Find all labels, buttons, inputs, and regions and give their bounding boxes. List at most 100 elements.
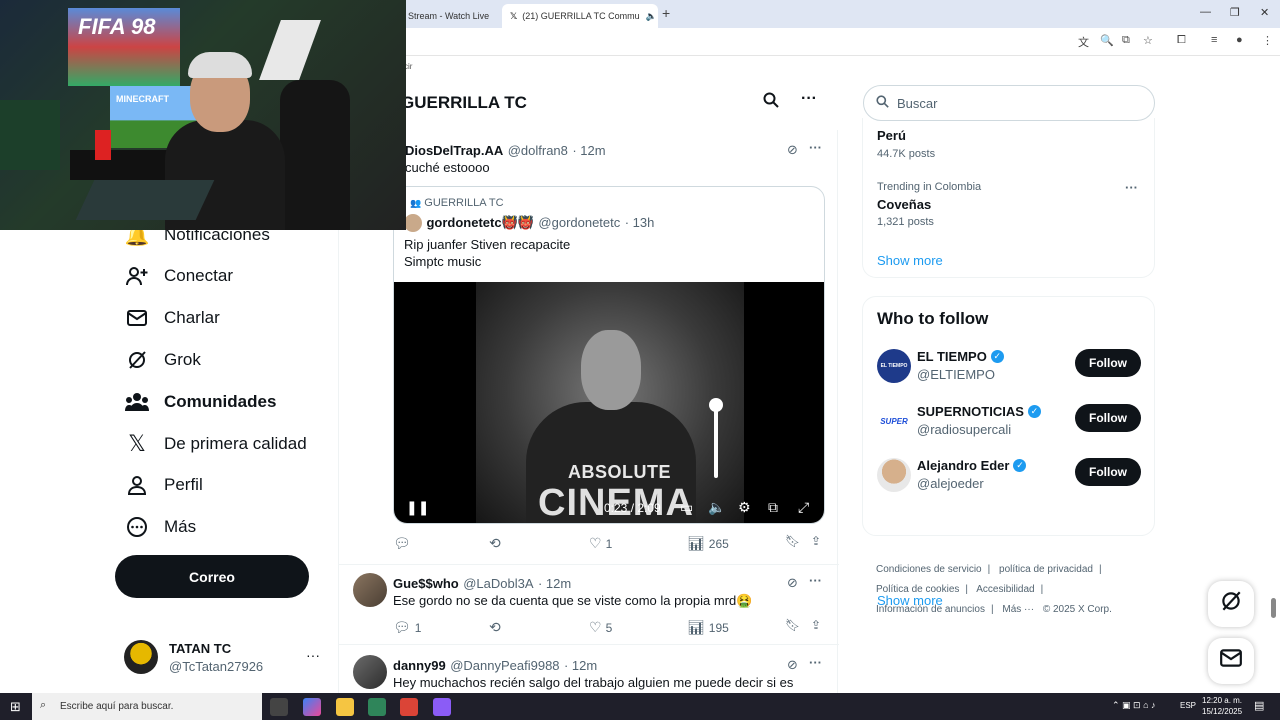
notifications-icon[interactable]: ▤ (1254, 699, 1264, 712)
picture-in-picture-icon[interactable]: ⧉ (768, 499, 778, 516)
avatar[interactable] (353, 573, 387, 607)
chrome-icon[interactable] (400, 698, 418, 716)
footer-link[interactable]: Accesibilidad (976, 584, 1034, 595)
more-icon[interactable]: ··· (1125, 180, 1138, 195)
captions-icon[interactable]: ▭ (680, 499, 693, 516)
fullscreen-icon[interactable]: ⤢ (798, 499, 809, 516)
footer-link[interactable]: Condiciones de servicio (876, 564, 982, 575)
post[interactable]: danny99 @DannyPeafi9988 · 12m ⊘ ··· Hey … (339, 644, 839, 693)
footer-link[interactable]: política de privacidad (999, 564, 1093, 575)
nav-mas[interactable]: Más (124, 514, 196, 540)
copilot-icon[interactable] (303, 698, 321, 716)
settings-icon[interactable]: ⚙ (738, 499, 751, 516)
volume-icon[interactable]: 🔈 (708, 499, 725, 516)
repost-button[interactable]: ⟲ (489, 619, 505, 636)
search-input[interactable]: Buscar (863, 85, 1155, 121)
taskbar-search-input[interactable]: ⌕ Escribe aquí para buscar. (32, 693, 262, 720)
nav-conectar[interactable]: Conectar (124, 263, 233, 289)
more-icon[interactable]: ··· (809, 140, 822, 155)
post[interactable]: DiosDelTrap.AA @dolfran8 · 12m ⊘ ··· cuc… (339, 130, 839, 565)
avatar[interactable] (353, 655, 387, 689)
more-icon[interactable]: ··· (809, 655, 822, 670)
quote-time[interactable]: · 13h (625, 215, 655, 230)
post-time[interactable]: · 12m (538, 576, 571, 591)
scrollbar-thumb[interactable] (1271, 598, 1276, 618)
app-icon[interactable] (368, 698, 386, 716)
windows-start-icon[interactable]: ⊞ (10, 699, 21, 715)
app-icon[interactable] (433, 698, 451, 716)
nav-comunidades[interactable]: Comunidades (124, 389, 276, 415)
task-view-icon[interactable] (270, 698, 288, 716)
grok-icon[interactable]: ⊘ (787, 575, 798, 591)
system-tray-icons[interactable]: ⌃ ▣ ⊡ ⌂ ♪ (1112, 700, 1156, 711)
correo-button[interactable]: Correo (115, 555, 309, 598)
language-indicator[interactable]: ESP (1180, 701, 1196, 710)
grok-float-button[interactable] (1208, 581, 1254, 627)
clock[interactable]: 12:20 a. m. 15/12/2025 (1202, 695, 1242, 717)
trend-title[interactable]: Perú (877, 128, 906, 143)
speaker-icon[interactable]: 🔈 (646, 11, 657, 22)
like-button[interactable]: ♡ 5 (589, 619, 612, 636)
account-switcher[interactable]: TATAN TC @TcTatan27926 ··· (124, 638, 324, 678)
views-button[interactable]: 📊︎ 195 (687, 619, 729, 636)
nav-charlar[interactable]: Charlar (124, 305, 220, 331)
pause-icon[interactable]: ❚❚ (406, 499, 429, 516)
more-icon[interactable]: ··· (801, 90, 817, 108)
post-author-handle[interactable]: @LaDobl3A (463, 576, 533, 591)
post-author-name[interactable]: Gue$$who (393, 576, 459, 591)
bookmark-icon[interactable]: 🔖︎ (785, 534, 800, 548)
tab-guerrilla[interactable]: 𝕏 (21) GUERRILLA TC Commu 🔈 ✕ (502, 4, 658, 28)
close-tab-icon[interactable]: ✕ (499, 10, 500, 23)
follow-suggestion[interactable]: SUPER SUPERNOTICIAS ✓ @radiosupercali Fol… (877, 402, 1142, 442)
post-time[interactable]: · 12m (564, 658, 597, 673)
messages-float-button[interactable] (1208, 638, 1254, 684)
follow-suggestion[interactable]: Alejandro Eder ✓ @alejoeder Follow (877, 456, 1142, 496)
nav-grok[interactable]: Grok (124, 347, 201, 373)
tab-stream[interactable]: Stream - Watch Live ✕ (400, 4, 500, 28)
footer-link[interactable]: Más ··· (1002, 604, 1034, 615)
bookmark-star-icon[interactable]: ☆ (1143, 34, 1153, 47)
post-author-handle[interactable]: @dolfran8 (508, 143, 568, 158)
minimize-icon[interactable]: — (1200, 6, 1211, 18)
bookmark-icon[interactable]: 🔖︎ (785, 618, 800, 632)
follow-button[interactable]: Follow (1075, 458, 1141, 486)
video-player[interactable]: ABSOLUTE CINEMA ❚❚ 0:23 / 2:09 ▭ 🔈 ⚙ ⧉ ⤢ (394, 282, 824, 523)
quote-author-name[interactable]: gordonetetc👹👹 (426, 215, 534, 230)
post-author-handle[interactable]: @DannyPeafi9988 (450, 658, 559, 673)
reply-button[interactable]: 💬︎ (393, 535, 415, 552)
profile-avatar-icon[interactable]: ● (1236, 34, 1243, 46)
footer-link[interactable]: Información de anuncios (876, 604, 985, 615)
reply-button[interactable]: 💬︎ 1 (393, 619, 421, 636)
post-author-name[interactable]: DiosDelTrap.AA (405, 143, 503, 158)
share-icon[interactable]: ⇪ (811, 618, 821, 632)
post-author-name[interactable]: danny99 (393, 658, 446, 673)
quoted-post[interactable]: 👥 GUERRILLA TC gordonetetc👹👹 @gordonetet… (393, 186, 825, 524)
nav-premium[interactable]: 𝕏 De primera calidad (124, 431, 307, 457)
search-icon[interactable] (763, 92, 779, 113)
new-tab-button[interactable]: + (662, 5, 670, 21)
close-window-icon[interactable]: ✕ (1260, 6, 1269, 19)
extensions-icon[interactable]: ⧠ (1177, 34, 1186, 47)
file-explorer-icon[interactable] (336, 698, 354, 716)
menu-icon[interactable]: ⋮ (1262, 34, 1273, 47)
views-button[interactable]: 📊︎ 265 (687, 535, 729, 552)
translate-icon[interactable]: 文 (1078, 34, 1089, 50)
show-more-link[interactable]: Show more (877, 253, 943, 268)
grok-icon[interactable]: ⊘ (787, 142, 798, 158)
repost-button[interactable]: ⟲ (489, 535, 505, 552)
volume-slider-handle[interactable] (709, 398, 723, 412)
volume-slider[interactable] (714, 402, 718, 478)
restore-icon[interactable]: ❐ (1230, 6, 1240, 19)
follow-suggestion[interactable]: EL TIEMPO EL TIEMPO ✓ @ELTIEMPO Follow (877, 347, 1142, 387)
nav-perfil[interactable]: Perfil (124, 472, 203, 498)
media-icon[interactable]: ≡ (1211, 34, 1217, 46)
post[interactable]: Gue$$who @LaDobl3A · 12m ⊘ ··· Ese gordo… (339, 564, 839, 644)
more-icon[interactable]: ··· (306, 647, 320, 663)
footer-link[interactable]: Política de cookies (876, 584, 959, 595)
more-icon[interactable]: ··· (809, 573, 822, 588)
follow-button[interactable]: Follow (1075, 404, 1141, 432)
install-icon[interactable]: ⧉ (1122, 34, 1130, 47)
quote-author-handle[interactable]: @gordonetetc (538, 215, 620, 230)
grok-icon[interactable]: ⊘ (787, 657, 798, 673)
like-button[interactable]: ♡ 1 (589, 535, 612, 552)
